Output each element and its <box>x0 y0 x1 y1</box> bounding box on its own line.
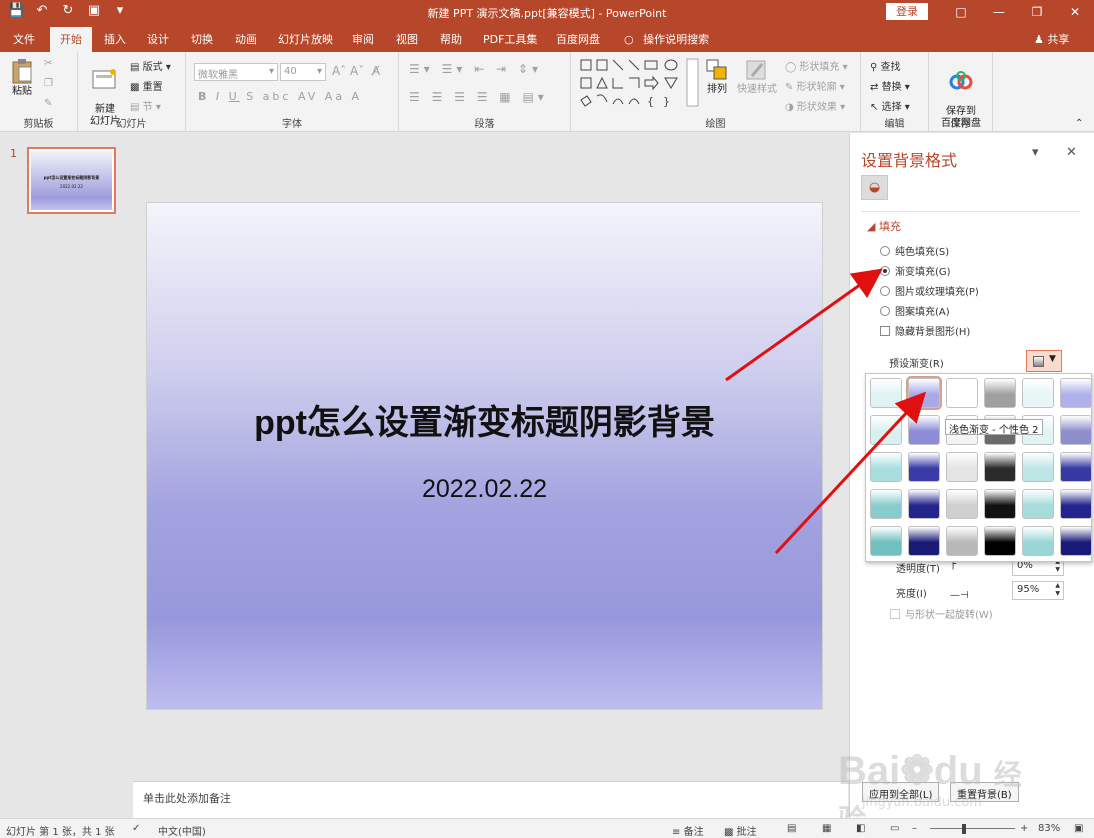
zoom-out-icon[interactable]: – <box>912 823 917 834</box>
comment-icon: ▩ <box>724 827 734 838</box>
slide-sorter-icon[interactable]: ▦ <box>822 823 831 834</box>
notes-icon: ≡ <box>672 827 681 838</box>
comments-toggle[interactable]: ▩ 批注 <box>724 823 757 838</box>
zoom-slider[interactable] <box>930 828 1015 829</box>
notes-label: 备注 <box>683 827 704 838</box>
baidu-jingyan-watermark: Bai❁du 经验 jingyan.baidu.com <box>838 740 1038 835</box>
zoom-slider-thumb[interactable] <box>962 824 966 834</box>
comments-label: 批注 <box>736 827 757 838</box>
spellcheck-icon[interactable]: ✓ <box>132 823 140 834</box>
slide-count-status: 幻灯片 第 1 张，共 1 张 <box>6 827 115 838</box>
notes-toggle[interactable]: ≡ 备注 <box>672 823 704 838</box>
arrow-to-gradient-fill <box>725 268 883 382</box>
reading-view-icon[interactable]: ◧ <box>856 823 865 834</box>
language-status[interactable]: 中文(中国) <box>158 823 206 838</box>
slideshow-icon[interactable]: ▭ <box>890 823 899 834</box>
normal-view-icon[interactable]: ▤ <box>787 823 796 834</box>
annotation-arrows <box>725 268 927 555</box>
status-bar: 幻灯片 第 1 张，共 1 张 ✓ 中文(中国) ≡ 备注 ▩ 批注 ▤ ▦ ◧… <box>0 818 1094 838</box>
arrow-to-preset-swatch <box>774 391 927 555</box>
zoom-in-icon[interactable]: + <box>1020 823 1028 834</box>
watermark-url: jingyan.baidu.com <box>862 795 982 810</box>
paw-icon: ❁ <box>900 749 934 793</box>
zoom-level[interactable]: 83% <box>1038 823 1060 834</box>
fit-to-window-icon[interactable]: ▣ <box>1074 823 1083 834</box>
